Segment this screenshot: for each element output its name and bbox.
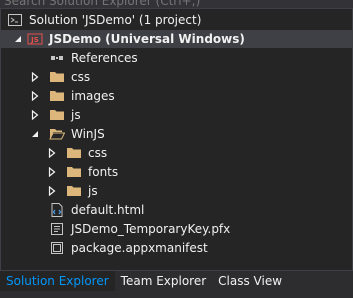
collapsed-arrow-icon[interactable] — [47, 144, 57, 162]
tree-item-label: JSDemo_TemporaryKey.pfx — [71, 222, 231, 236]
tab-team-explorer[interactable]: Team Explorer — [115, 271, 213, 291]
tree-item-label: css — [71, 70, 91, 84]
tree-item-label: package.appxmanifest — [71, 241, 208, 255]
tree-item-solution[interactable]: Solution 'JSDemo' (1 project) — [1, 11, 352, 29]
collapsed-arrow-icon[interactable] — [30, 106, 40, 124]
tree-item-winjs-folder[interactable]: WinJS — [1, 125, 352, 143]
tree-item-label: Solution 'JSDemo' (1 project) — [29, 13, 202, 27]
search-input[interactable] — [4, 0, 344, 8]
tree-item-winjs-css-folder[interactable]: css — [1, 144, 352, 162]
folder-icon — [66, 164, 82, 180]
folder-icon — [49, 107, 65, 123]
tree-item-package-manifest[interactable]: package.appxmanifest — [1, 239, 352, 257]
tree-item-default-html[interactable]: default.html — [1, 201, 352, 219]
html-file-icon — [49, 202, 65, 218]
tree-item-css-folder[interactable]: css — [1, 68, 352, 86]
tree-item-label: WinJS — [71, 127, 105, 141]
tab-solution-explorer[interactable]: Solution Explorer — [0, 271, 115, 291]
folder-icon — [49, 88, 65, 104]
tree-item-label: images — [71, 89, 115, 103]
tree-item-label: fonts — [88, 165, 119, 179]
solution-tree: Solution 'JSDemo' (1 project) JS JSDemo … — [0, 9, 353, 270]
folder-icon — [66, 145, 82, 161]
collapsed-arrow-icon[interactable] — [30, 68, 40, 86]
folder-open-icon — [49, 126, 65, 142]
tab-class-view[interactable]: Class View — [212, 271, 288, 291]
tool-window-tabs: Solution Explorer Team Explorer Class Vi… — [0, 271, 353, 298]
tree-item-winjs-js-folder[interactable]: js — [1, 182, 352, 200]
collapsed-arrow-icon[interactable] — [47, 163, 57, 181]
certificate-file-icon — [49, 221, 65, 237]
tree-item-label: default.html — [71, 203, 145, 217]
tree-item-label: JSDemo (Universal Windows) — [49, 32, 245, 46]
tree-item-project[interactable]: JS JSDemo (Universal Windows) — [1, 30, 352, 48]
js-project-icon: JS — [27, 31, 43, 47]
tree-item-label: js — [88, 184, 98, 198]
collapsed-arrow-icon[interactable] — [30, 87, 40, 105]
tree-item-label: js — [71, 108, 81, 122]
tree-item-winjs-fonts-folder[interactable]: fonts — [1, 163, 352, 181]
tree-item-label: css — [88, 146, 108, 160]
tree-item-temporary-key[interactable]: JSDemo_TemporaryKey.pfx — [1, 220, 352, 238]
expanded-arrow-icon[interactable] — [30, 125, 40, 143]
folder-icon — [66, 183, 82, 199]
tree-item-js-folder[interactable]: js — [1, 106, 352, 124]
manifest-file-icon — [49, 240, 65, 256]
tree-item-images-folder[interactable]: images — [1, 87, 352, 105]
tree-item-references[interactable]: References — [1, 49, 352, 67]
expanded-arrow-icon[interactable] — [13, 30, 23, 48]
solution-icon — [7, 12, 23, 28]
references-icon — [49, 50, 65, 66]
tree-item-label: References — [71, 51, 138, 65]
svg-text:JS: JS — [30, 36, 39, 44]
folder-icon — [49, 69, 65, 85]
search-box[interactable] — [0, 0, 353, 9]
collapsed-arrow-icon[interactable] — [47, 182, 57, 200]
